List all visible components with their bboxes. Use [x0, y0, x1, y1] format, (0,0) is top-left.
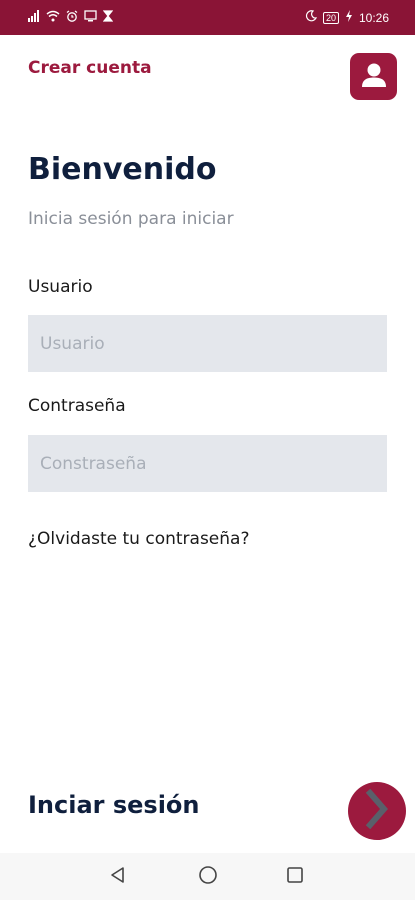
nav-back-button[interactable]	[106, 865, 130, 889]
recent-square-icon	[286, 866, 304, 888]
status-bar: 20 10:26	[0, 0, 415, 35]
forgot-password-link[interactable]: ¿Olvidaste tu contraseña?	[28, 529, 249, 549]
hourglass-icon	[102, 10, 114, 25]
system-nav-bar	[0, 853, 415, 900]
username-label: Usuario	[28, 277, 93, 297]
password-input[interactable]	[28, 435, 387, 492]
status-left-icons	[28, 10, 114, 25]
charging-icon	[345, 10, 353, 25]
profile-button[interactable]	[350, 53, 397, 100]
back-triangle-icon	[109, 866, 127, 888]
login-button[interactable]	[348, 782, 406, 840]
login-label: Inciar sesión	[28, 791, 200, 819]
signal-icon	[28, 10, 40, 25]
wifi-icon	[46, 10, 60, 25]
user-icon	[359, 60, 389, 94]
status-time: 10:26	[358, 10, 389, 25]
nav-recent-button[interactable]	[283, 865, 307, 889]
password-label: Contraseña	[28, 396, 126, 416]
moon-icon	[305, 10, 317, 25]
cast-icon	[84, 10, 97, 25]
nav-home-button[interactable]	[196, 865, 220, 889]
home-circle-icon	[198, 865, 218, 889]
page-title: Bienvenido	[28, 152, 217, 187]
alarm-icon	[66, 10, 78, 25]
page-subtitle: Inicia sesión para iniciar	[28, 209, 234, 229]
status-right-icons: 20 10:26	[305, 10, 389, 25]
battery-icon: 20	[322, 11, 339, 24]
chevron-right-icon	[362, 788, 392, 833]
create-account-link[interactable]: Crear cuenta	[28, 58, 152, 78]
username-input[interactable]	[28, 315, 387, 372]
